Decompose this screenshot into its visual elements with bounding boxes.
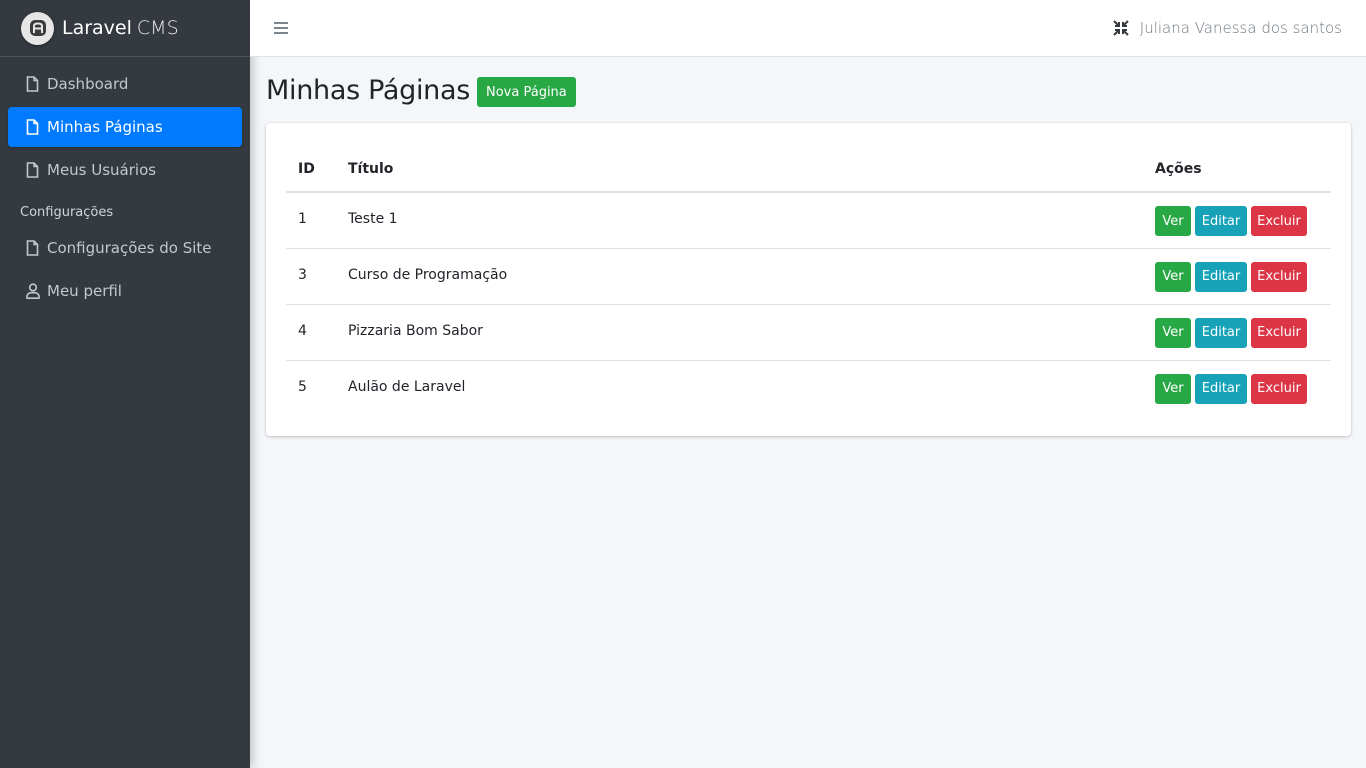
sidebar-item-label: Configurações do Site	[47, 239, 212, 257]
sidebar-item-meu-perfil[interactable]: Meu perfil	[8, 271, 242, 311]
file-icon	[26, 119, 40, 135]
user-icon	[26, 283, 40, 299]
sidebar: Laravel CMS Dashboard Minhas Páginas Meus…	[0, 0, 250, 768]
pages-table: ID Título Ações 1 Teste 1 Ver Editar Exclu…	[286, 146, 1331, 416]
table-header-row: ID Título Ações	[286, 146, 1331, 193]
page-header: Minhas Páginas Nova Página	[266, 73, 1351, 107]
pages-card: ID Título Ações 1 Teste 1 Ver Editar Exclu…	[266, 123, 1351, 436]
top-navbar: Juliana Vanessa dos santos	[250, 0, 1366, 57]
view-button[interactable]: Ver	[1155, 317, 1191, 348]
edit-button[interactable]: Editar	[1195, 261, 1247, 292]
table-row: 4 Pizzaria Bom Sabor Ver Editar Excluir	[286, 304, 1331, 361]
cell-title: Curso de Programação	[336, 248, 1143, 305]
sidebar-section-header: Configurações	[20, 205, 114, 220]
laravel-logo-icon	[21, 11, 54, 45]
cell-actions: Ver Editar Excluir	[1143, 248, 1331, 305]
cell-title: Aulão de Laravel	[348, 378, 466, 395]
cell-title: Pizzaria Bom Sabor	[336, 304, 1143, 361]
main-content: Minhas Páginas Nova Página ID Título Açõ…	[266, 73, 1351, 436]
file-icon	[26, 162, 40, 178]
view-button[interactable]: Ver	[1155, 206, 1191, 236]
delete-button[interactable]: Excluir	[1251, 206, 1307, 236]
sidebar-item-dashboard[interactable]: Dashboard	[8, 64, 242, 104]
delete-button[interactable]: Excluir	[1251, 373, 1307, 404]
page-title: Minhas Páginas	[266, 74, 470, 106]
column-header-title: Título	[336, 146, 1143, 193]
brand-link[interactable]: Laravel CMS	[0, 0, 250, 57]
view-button[interactable]: Ver	[1155, 261, 1191, 292]
column-header-id: ID	[286, 146, 336, 193]
cell-actions: Ver Editar Excluir	[1143, 360, 1331, 416]
delete-button[interactable]: Excluir	[1251, 261, 1307, 292]
sidebar-item-configuracoes-site[interactable]: Configurações do Site	[8, 228, 242, 268]
user-menu-name[interactable]: Juliana Vanessa dos santos	[1140, 19, 1342, 37]
cell-id: 5	[298, 378, 307, 395]
edit-button[interactable]: Editar	[1195, 373, 1247, 404]
file-icon	[26, 240, 40, 256]
cell-id: 1	[286, 192, 336, 249]
sidebar-item-minhas-paginas[interactable]: Minhas Páginas	[8, 107, 242, 147]
column-header-actions: Ações	[1143, 146, 1331, 193]
cell-id: 3	[286, 248, 336, 305]
sidebar-item-label: Meus Usuários	[47, 161, 157, 179]
new-page-button[interactable]: Nova Página	[477, 77, 576, 107]
cell-actions: Ver Editar Excluir	[1143, 304, 1331, 361]
sidebar-item-label: Dashboard	[47, 75, 129, 93]
compress-icon[interactable]	[1111, 18, 1131, 38]
cell-title: Teste 1	[336, 192, 1143, 249]
table-row: 1 Teste 1 Ver Editar Excluir	[286, 192, 1331, 249]
cell-actions: Ver Editar Excluir	[1143, 192, 1331, 249]
view-button[interactable]: Ver	[1155, 373, 1191, 404]
brand-name: Laravel CMS	[62, 17, 179, 39]
sidebar-item-label: Minhas Páginas	[47, 118, 163, 136]
hamburger-icon[interactable]	[273, 19, 289, 37]
cell-id: 4	[286, 304, 336, 361]
delete-button[interactable]: Excluir	[1251, 317, 1307, 348]
table-row: 5 Aulão de Laravel Ver Editar Excluir	[286, 360, 1331, 416]
sidebar-item-meus-usuarios[interactable]: Meus Usuários	[8, 150, 242, 190]
edit-button[interactable]: Editar	[1195, 206, 1247, 236]
file-icon	[26, 76, 40, 92]
sidebar-nav: Dashboard Minhas Páginas Meus Usuários C…	[0, 57, 250, 311]
sidebar-item-label: Meu perfil	[47, 282, 122, 300]
table-row: 3 Curso de Programação Ver Editar Excluir	[286, 248, 1331, 305]
edit-button[interactable]: Editar	[1195, 317, 1247, 348]
